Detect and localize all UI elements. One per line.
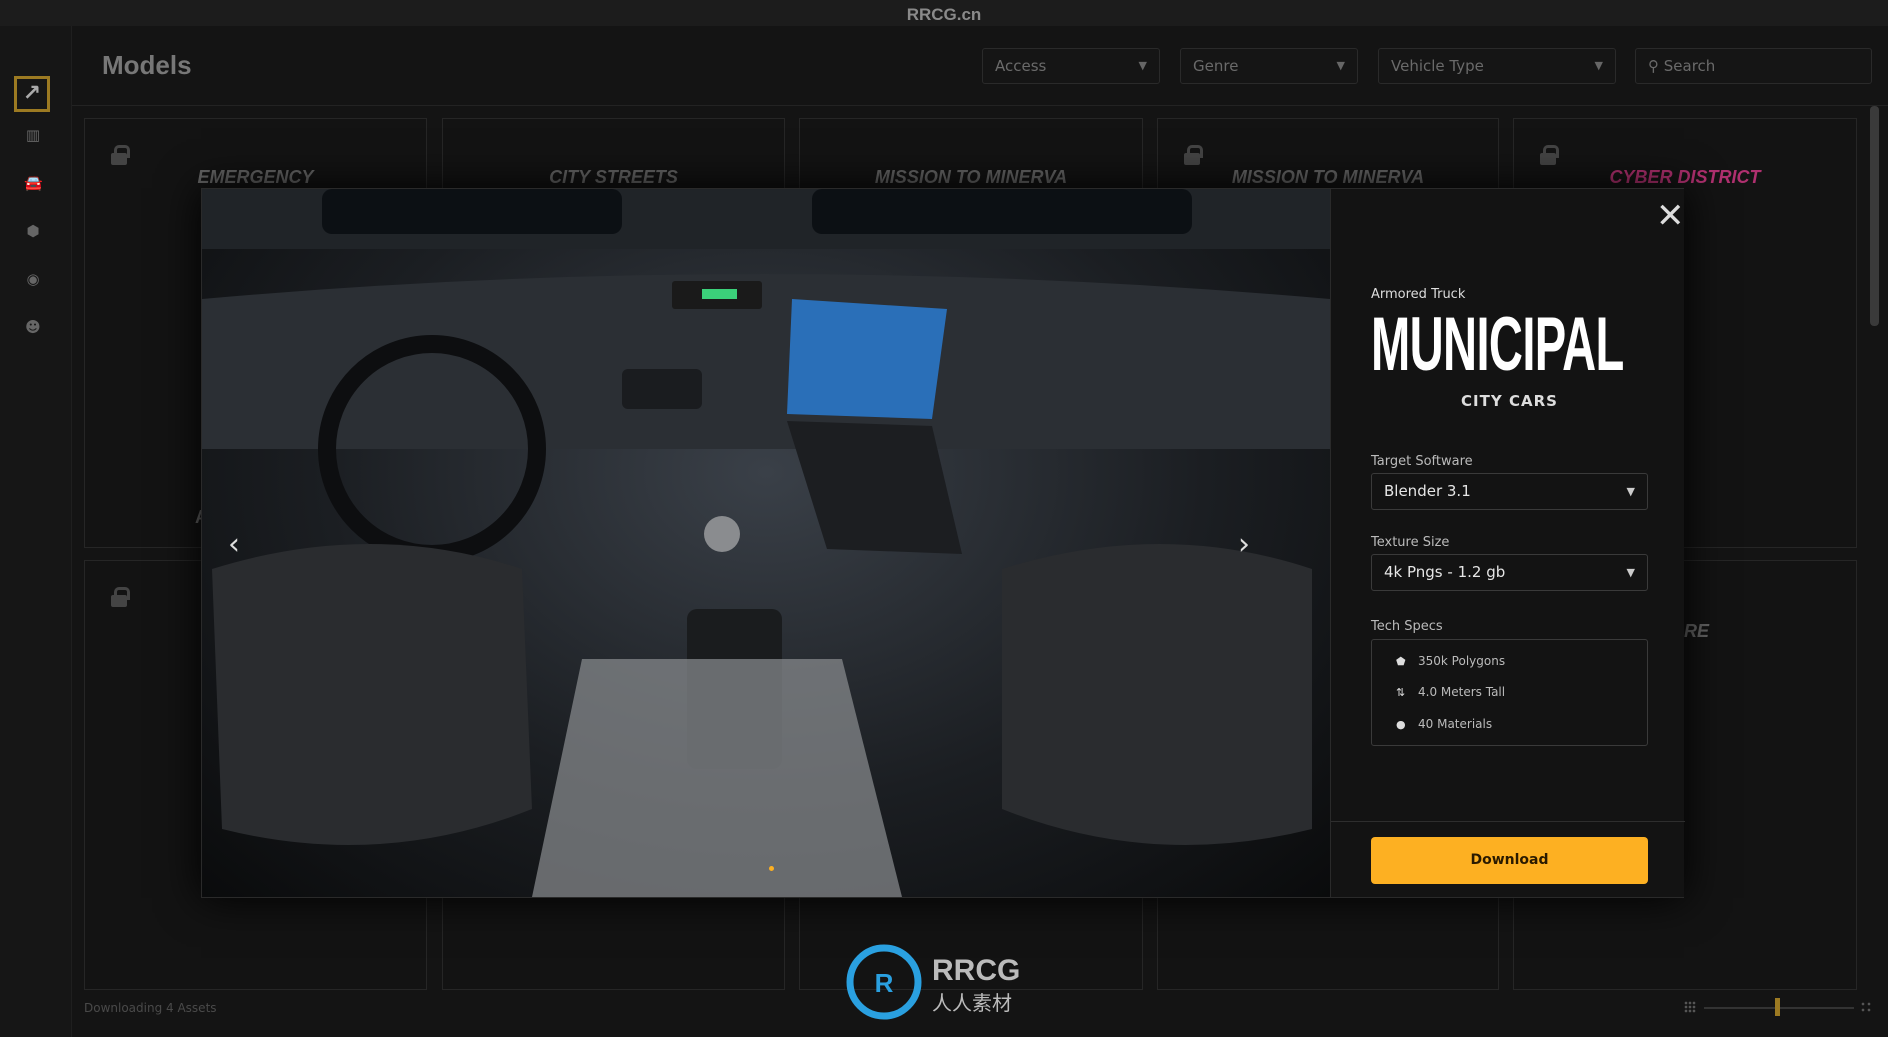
chevron-down-icon: ▼	[1336, 59, 1345, 72]
svg-text:RRCG: RRCG	[932, 954, 1020, 987]
model-detail-modal: ‹ › ✕ Armored Truck MUNICIPAL CITY CARS …	[201, 188, 1685, 898]
texture-size-label: Texture Size	[1371, 535, 1450, 550]
lock-icon	[111, 145, 130, 165]
chevron-down-icon: ▼	[1626, 485, 1635, 498]
vehicle-type-filter-label: Vehicle Type	[1391, 57, 1484, 75]
lock-icon	[1540, 145, 1559, 165]
spec-height: ⇅ 4.0 Meters Tall	[1396, 685, 1505, 699]
window-title: RRCG.cn	[906, 5, 982, 24]
car-icon[interactable]: 🚘	[24, 174, 43, 192]
tech-specs-label: Tech Specs	[1371, 619, 1443, 634]
vehicle-type-filter[interactable]: Vehicle Type ▼	[1378, 48, 1616, 84]
lock-icon	[1184, 145, 1203, 165]
watermark-logo: R RRCG 人人素材	[846, 942, 1046, 1022]
target-software-label: Target Software	[1371, 454, 1473, 469]
svg-text:R: R	[875, 968, 894, 998]
spec-materials: ● 40 Materials	[1396, 717, 1492, 731]
chevron-down-icon: ▼	[1138, 59, 1147, 72]
chevron-down-icon: ▼	[1594, 59, 1603, 72]
previous-image-arrow-icon[interactable]: ‹	[228, 527, 240, 562]
target-software-value: Blender 3.1	[1384, 482, 1471, 500]
interior-render	[202, 189, 1330, 897]
large-grid-icon[interactable]	[1860, 1001, 1872, 1013]
cube-icon[interactable]: ⬢	[24, 222, 42, 240]
model-preview-image: ‹ ›	[202, 189, 1330, 897]
spec-polygons: ⬟ 350k Polygons	[1396, 654, 1505, 668]
polygon-icon: ⬟	[1396, 655, 1406, 668]
sidebar: ↗ ▥ 🚘 ⬢ ◉ ☻	[0, 26, 72, 1037]
small-grid-icon[interactable]	[1684, 1001, 1696, 1013]
disc-icon[interactable]: ◉	[24, 270, 42, 288]
target-software-select[interactable]: Blender 3.1 ▼	[1371, 473, 1648, 510]
scrollbar[interactable]	[1870, 106, 1879, 326]
svg-text:人人素材: 人人素材	[932, 991, 1012, 1015]
card-logo: MISSION TO MINERVA	[1231, 167, 1425, 187]
search-input[interactable]: ⚲ Search	[1635, 48, 1872, 84]
zoom-slider-handle[interactable]	[1775, 998, 1780, 1016]
card-logo: MISSION TO MINERVA	[874, 167, 1068, 187]
access-filter[interactable]: Access ▼	[982, 48, 1160, 84]
model-category: Armored Truck	[1371, 287, 1466, 302]
user-icon[interactable]: ☻	[24, 318, 42, 336]
search-placeholder: Search	[1663, 57, 1716, 75]
model-title: MUNICIPAL	[1371, 302, 1624, 387]
card-logo: CITY STREETS	[549, 167, 678, 187]
access-filter-label: Access	[995, 57, 1047, 75]
texture-size-value: 4k Pngs - 1.2 gb	[1384, 563, 1506, 581]
collection-name: CITY CARS	[1461, 392, 1558, 410]
genre-filter[interactable]: Genre ▼	[1180, 48, 1358, 84]
chevron-down-icon: ▼	[1626, 566, 1635, 579]
material-icon: ●	[1396, 718, 1406, 731]
search-icon: ⚲	[1648, 57, 1664, 75]
download-button[interactable]: Download	[1371, 837, 1648, 884]
genre-filter-label: Genre	[1193, 57, 1239, 75]
header-divider	[72, 105, 1888, 106]
spec-text: 4.0 Meters Tall	[1418, 685, 1506, 699]
model-info-panel: ✕ Armored Truck MUNICIPAL CITY CARS Targ…	[1330, 189, 1685, 897]
next-image-arrow-icon[interactable]: ›	[1238, 527, 1250, 562]
lock-icon	[111, 587, 130, 607]
spec-text: 350k Polygons	[1418, 654, 1506, 668]
tech-specs-box: ⬟ 350k Polygons ⇅ 4.0 Meters Tall ● 40 Mate…	[1371, 639, 1648, 746]
panel-divider	[1331, 821, 1685, 822]
app-logo-arrow-up-right-icon[interactable]: ↗	[14, 76, 50, 112]
spec-text: 40 Materials	[1418, 717, 1493, 731]
close-icon[interactable]: ✕	[1656, 199, 1685, 233]
card-logo: EMERGENCY	[197, 167, 314, 187]
library-icon[interactable]: ▥	[24, 126, 42, 144]
window-titlebar: RRCG.cn	[0, 0, 1888, 26]
card-logo: CYBER DISTRICT	[1609, 167, 1761, 187]
texture-size-select[interactable]: 4k Pngs - 1.2 gb ▼	[1371, 554, 1648, 591]
height-icon: ⇅	[1396, 686, 1406, 699]
download-status: Downloading 4 Assets	[84, 1001, 217, 1015]
carousel-dot[interactable]	[769, 866, 774, 871]
page-title: Models	[102, 50, 192, 80]
